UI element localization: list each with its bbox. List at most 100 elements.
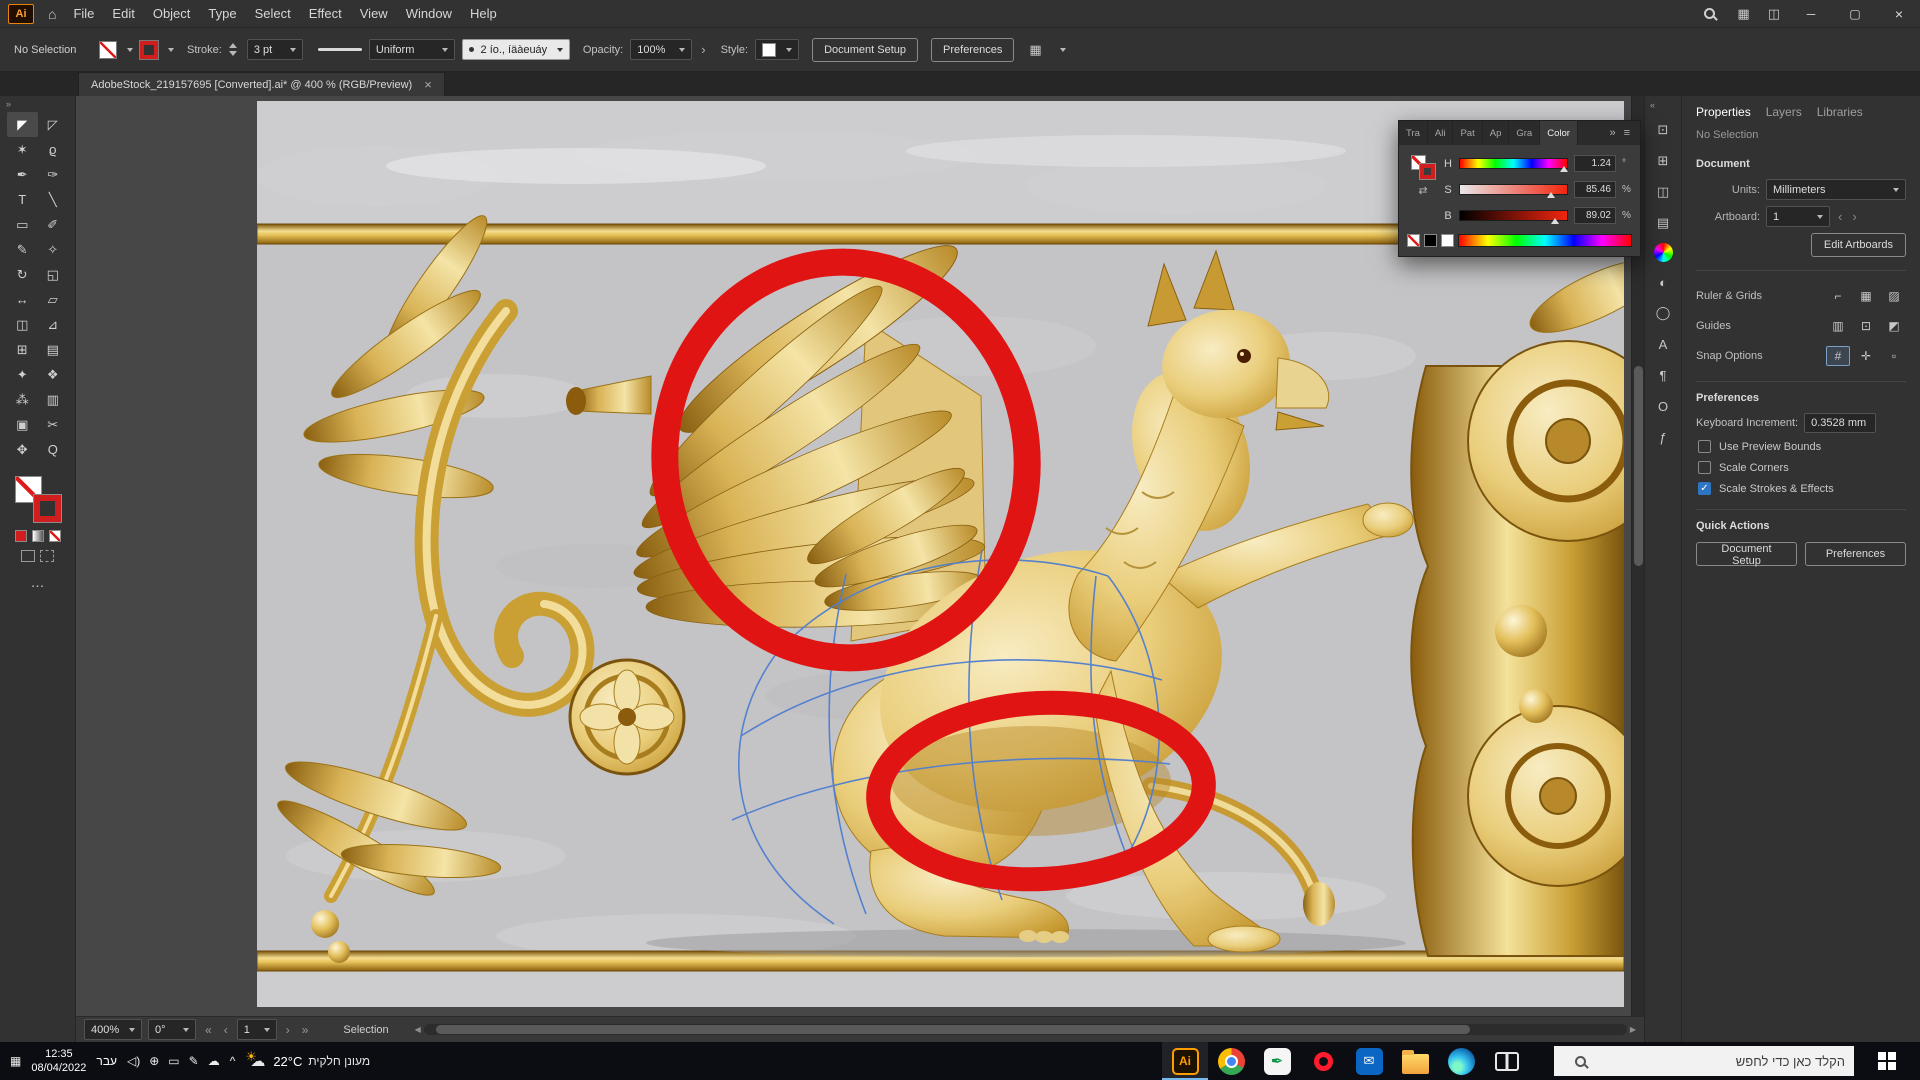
speaker-icon[interactable]: ◁) <box>127 1054 140 1068</box>
zoom-tool[interactable]: Q <box>38 437 69 462</box>
panel-expand-icon[interactable]: » <box>1605 127 1619 139</box>
snap-to-pixel-icon[interactable]: ▫ <box>1882 346 1906 366</box>
character-panel-icon[interactable]: A <box>1651 333 1675 355</box>
expand-panels-icon[interactable]: « <box>1645 100 1655 110</box>
menu-select[interactable]: Select <box>246 6 300 21</box>
scale-tool[interactable]: ◱ <box>38 262 69 287</box>
panel-tab-ap[interactable]: Ap <box>1483 121 1510 145</box>
menu-window[interactable]: Window <box>397 6 461 21</box>
search-icon[interactable] <box>1704 8 1715 19</box>
white-swatch[interactable] <box>1441 234 1454 247</box>
glyphs-panel-icon[interactable]: ƒ <box>1651 426 1675 448</box>
arrange-documents-icon[interactable]: ▦ <box>1729 6 1757 22</box>
s-slider[interactable] <box>1459 184 1568 195</box>
lock-guides-icon[interactable]: ⊡ <box>1854 316 1878 336</box>
snap-to-grid-icon[interactable]: # <box>1826 346 1850 366</box>
magic-wand-tool[interactable]: ✶ <box>7 137 38 162</box>
opacity-dropdown[interactable]: 100% <box>630 39 692 60</box>
battery-icon[interactable]: ▭ <box>168 1054 179 1068</box>
hidden-icons-chevron[interactable]: ^ <box>230 1054 236 1068</box>
stroke-dropdown-caret-icon[interactable] <box>168 48 174 52</box>
artboard-dropdown[interactable]: 1 <box>1766 206 1830 227</box>
stroke-color-indicator[interactable] <box>34 495 61 522</box>
style-dropdown[interactable] <box>755 39 799 60</box>
panel-menu-icon[interactable]: ≡ <box>1620 127 1634 139</box>
panel-tab-color[interactable]: Color <box>1540 121 1578 145</box>
curvature-tool[interactable]: ✑ <box>38 162 69 187</box>
vertical-scroll-thumb[interactable] <box>1634 366 1643 566</box>
chrome-taskbar-icon[interactable] <box>1208 1042 1254 1080</box>
paintbrush-tool[interactable]: ✐ <box>38 212 69 237</box>
panel-stroke-swatch[interactable] <box>1420 164 1435 179</box>
next-artboard-icon[interactable]: › <box>283 1023 293 1037</box>
b-slider[interactable] <box>1459 210 1568 221</box>
direct-selection-tool[interactable]: ◸ <box>38 112 69 137</box>
line-segment-tool[interactable]: ╲ <box>38 187 69 212</box>
preferences-button[interactable]: Preferences <box>1805 542 1906 566</box>
pen-tool[interactable]: ✒ <box>7 162 38 187</box>
rectangle-tool[interactable]: ▭ <box>7 212 38 237</box>
transparency-options-icon[interactable]: › <box>701 42 705 57</box>
menu-file[interactable]: File <box>64 6 103 21</box>
artboards-panel-icon[interactable]: ◫ <box>1651 181 1675 203</box>
h-value-field[interactable]: 1.24 <box>1574 155 1616 172</box>
draw-normal-icon[interactable] <box>21 550 35 562</box>
eyedropper-tool[interactable]: ✦ <box>7 362 38 387</box>
mesh-tool[interactable]: ⊞ <box>7 337 38 362</box>
show-rulers-icon[interactable]: ⌐ <box>1826 286 1850 306</box>
close-document-icon[interactable]: × <box>424 77 432 92</box>
tab-properties[interactable]: Properties <box>1696 105 1751 119</box>
pencil-tool[interactable]: ✎ <box>7 237 38 262</box>
panel-tab-tra[interactable]: Tra <box>1399 121 1428 145</box>
swatches-panel-icon[interactable]: ▤ <box>1651 212 1675 234</box>
align-caret-icon[interactable] <box>1060 48 1066 52</box>
preferences-button[interactable]: Preferences <box>931 38 1014 62</box>
keyboard-increment-field[interactable]: 0.3528 mm <box>1804 413 1876 433</box>
onedrive-icon[interactable]: ☁ <box>208 1054 220 1068</box>
checkbox-box[interactable]: ✓ <box>1698 482 1711 495</box>
illustrator-logo[interactable]: Ai <box>8 4 34 24</box>
draw-behind-icon[interactable] <box>40 550 54 562</box>
horizontal-scroll-thumb[interactable] <box>436 1025 1471 1034</box>
opera-taskbar-icon[interactable] <box>1300 1042 1346 1080</box>
toolbar-collapse-icon[interactable]: » <box>0 96 75 112</box>
stroke-weight-stepper[interactable] <box>229 41 240 59</box>
opentype-panel-icon[interactable]: O <box>1651 395 1675 417</box>
language-indicator[interactable]: עבר <box>96 1054 117 1068</box>
panel-tab-pat[interactable]: Pat <box>1453 121 1482 145</box>
none-mode-icon[interactable] <box>49 530 61 542</box>
close-button[interactable]: × <box>1878 0 1920 27</box>
weather-widget[interactable]: 22°C מעונן חלקית <box>245 1052 370 1070</box>
previous-artboard-icon[interactable]: ‹ <box>1836 209 1844 224</box>
appearance-panel-icon[interactable]: ◯ <box>1651 302 1675 324</box>
taskbar-clock[interactable]: 12:35 08/04/2022 <box>31 1047 86 1076</box>
illustrator-taskbar-icon[interactable]: Ai <box>1162 1042 1208 1080</box>
explorer-taskbar-icon[interactable] <box>1392 1042 1438 1080</box>
first-artboard-icon[interactable]: « <box>202 1023 215 1037</box>
show-guides-icon[interactable]: ▥ <box>1826 316 1850 336</box>
selection-tool[interactable]: ◤ <box>7 112 38 137</box>
touch-keyboard-icon[interactable]: ▦ <box>10 1054 21 1068</box>
stroke-weight-dropdown[interactable]: 3 pt <box>247 39 303 60</box>
toolbar-more-icon[interactable]: … <box>0 574 75 590</box>
brush-definition-dropdown[interactable]: 2 ío., íäàeuáy <box>462 39 570 60</box>
hand-tool[interactable]: ✥ <box>7 437 38 462</box>
document-tab[interactable]: AdobeStock_219157695 [Converted].ai* @ 4… <box>78 72 445 96</box>
paragraph-panel-icon[interactable]: ¶ <box>1651 364 1675 386</box>
checkbox-use-preview-bounds[interactable]: Use Preview Bounds <box>1682 436 1920 457</box>
libraries-panel-icon[interactable]: ⊞ <box>1651 150 1675 172</box>
gradient-panel-icon[interactable]: ◐ <box>1651 271 1675 293</box>
units-dropdown[interactable]: Millimeters <box>1766 179 1906 200</box>
design-taskbar-icon[interactable]: ✒ <box>1254 1042 1300 1080</box>
gradient-mode-icon[interactable] <box>32 530 44 542</box>
show-transparency-grid-icon[interactable]: ▨ <box>1882 286 1906 306</box>
checkbox-scale-corners[interactable]: Scale Corners <box>1682 457 1920 478</box>
document-setup-button[interactable]: Document Setup <box>1696 542 1797 566</box>
tab-libraries[interactable]: Libraries <box>1817 105 1863 119</box>
lasso-tool[interactable]: ϱ <box>38 137 69 162</box>
artboard-tool[interactable]: ▣ <box>7 412 38 437</box>
shaper-tool[interactable]: ✧ <box>38 237 69 262</box>
restore-button[interactable]: ▢ <box>1834 0 1876 27</box>
edge-taskbar-icon[interactable] <box>1438 1042 1484 1080</box>
start-button[interactable] <box>1864 1042 1910 1080</box>
